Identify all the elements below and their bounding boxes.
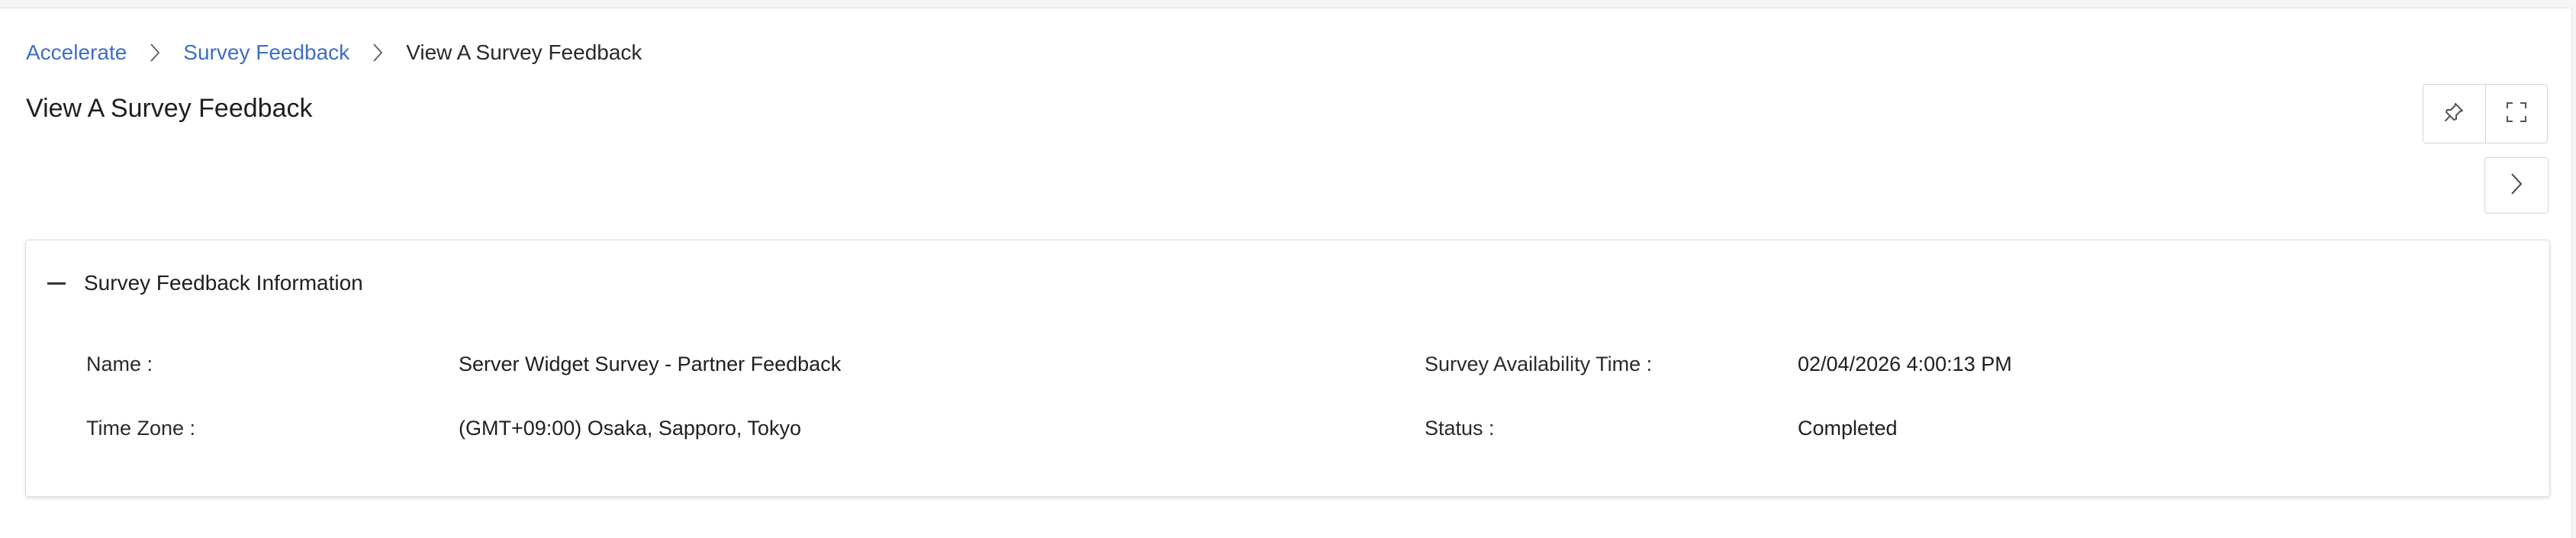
breadcrumb: Accelerate Survey Feedback View A Survey… <box>26 36 642 69</box>
chevron-right-icon <box>2510 172 2523 200</box>
section-toggle[interactable]: Survey Feedback Information <box>47 271 363 295</box>
breadcrumb-survey-feedback[interactable]: Survey Feedback <box>183 40 349 65</box>
fullscreen-button[interactable] <box>2484 85 2548 143</box>
page-container: Accelerate Survey Feedback View A Survey… <box>0 8 2572 538</box>
fullscreen-icon <box>2505 101 2528 127</box>
survey-feedback-information-card: Survey Feedback Information Name : Serve… <box>25 240 2550 497</box>
chevron-right-icon <box>372 43 383 63</box>
name-value: Server Widget Survey - Partner Feedback <box>459 353 842 375</box>
section-title: Survey Feedback Information <box>84 271 363 295</box>
status-value: Completed <box>1798 417 1898 440</box>
chevron-right-icon <box>150 43 160 63</box>
breadcrumb-current: View A Survey Feedback <box>406 40 642 64</box>
availability-time-label: Survey Availability Time : <box>1425 353 1653 375</box>
collapse-icon <box>47 282 66 285</box>
pin-icon <box>2442 101 2465 127</box>
time-zone-label: Time Zone : <box>86 417 196 440</box>
pin-button[interactable] <box>2423 85 2485 143</box>
name-label: Name : <box>86 353 153 375</box>
breadcrumb-accelerate[interactable]: Accelerate <box>26 40 127 65</box>
status-label: Status : <box>1425 417 1495 440</box>
availability-time-value: 02/04/2026 4:00:13 PM <box>1798 353 2012 375</box>
view-actions-group <box>2423 84 2548 143</box>
time-zone-value: (GMT+09:00) Osaka, Sapporo, Tokyo <box>459 417 801 440</box>
next-record-button[interactable] <box>2484 157 2549 214</box>
page-title: View A Survey Feedback <box>26 94 313 123</box>
